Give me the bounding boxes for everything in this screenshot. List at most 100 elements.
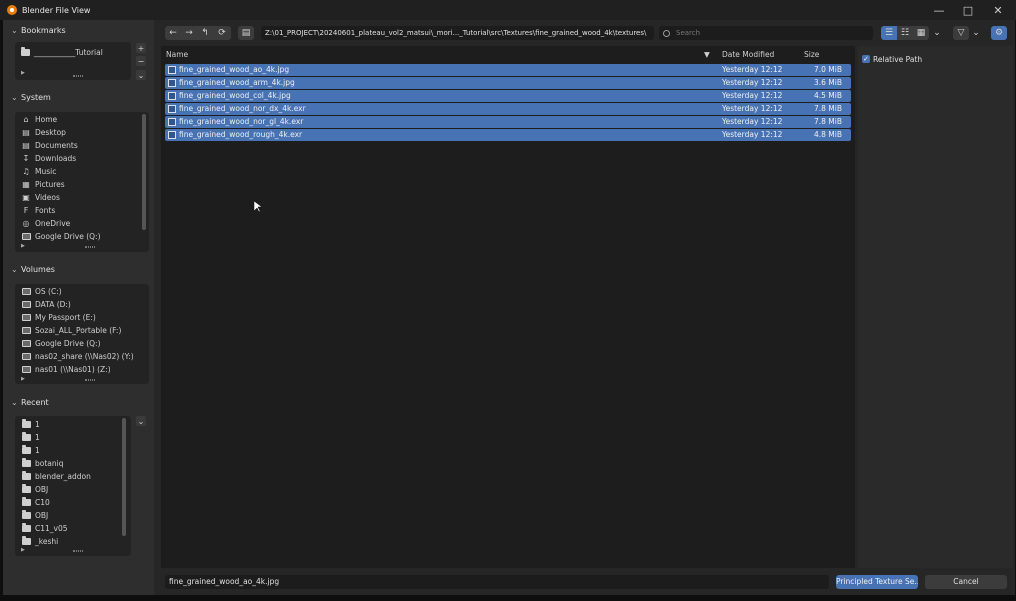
filter-button[interactable]: ▽ [953, 26, 969, 40]
file-row[interactable]: fine_grained_wood_col_4k.jpg Yesterday 1… [165, 90, 851, 102]
volume-item[interactable]: DATA (D:) [21, 298, 71, 311]
drive-icon [21, 300, 31, 309]
file-row[interactable]: fine_grained_wood_nor_gl_4k.exr Yesterda… [165, 116, 851, 128]
recent-item[interactable]: botaniq [21, 457, 63, 470]
thumbnail-grid-icon: ▦ [916, 28, 926, 38]
column-header-size[interactable]: Size [804, 46, 819, 62]
recent-header[interactable]: ⌄ Recent [11, 395, 49, 409]
file-name: fine_grained_wood_arm_4k.jpg [179, 78, 295, 87]
system-item-google-drive[interactable]: Google Drive (Q:) [21, 230, 101, 243]
file-row[interactable]: fine_grained_wood_arm_4k.jpg Yesterday 1… [165, 77, 851, 89]
filename-input[interactable]: fine_grained_wood_ao_4k.jpg [165, 575, 829, 589]
expand-triangle-icon[interactable]: ▶ [21, 376, 25, 382]
volume-item[interactable]: Sozai_ALL_Portable (F:) [21, 324, 121, 337]
expand-triangle-icon[interactable]: ▶ [21, 547, 25, 553]
file-list: Name ▼ Date Modified Size fine_grained_w… [161, 46, 855, 568]
mouse-cursor-icon [254, 201, 262, 213]
filter-dropdown[interactable]: ⌄ [970, 26, 982, 40]
back-button[interactable]: ← [165, 26, 181, 40]
recent-item[interactable]: 1 [21, 418, 40, 431]
recent-item[interactable]: 1 [21, 444, 40, 457]
resize-grip[interactable] [73, 75, 83, 77]
image-file-icon [168, 92, 176, 100]
recent-item[interactable]: 1 [21, 431, 40, 444]
system-item-music[interactable]: ♫ Music [21, 165, 56, 178]
volumes-header[interactable]: ⌄ Volumes [11, 262, 55, 276]
system-item-videos[interactable]: ▣ Videos [21, 191, 60, 204]
network-drive-icon [21, 365, 31, 374]
relative-path-label: Relative Path [873, 55, 923, 64]
confirm-button[interactable]: Principled Texture Se... [836, 575, 918, 589]
search-input[interactable]: Search [659, 26, 873, 40]
volume-item[interactable]: Google Drive (Q:) [21, 337, 101, 350]
vertical-list-view-button[interactable]: ☰ [881, 26, 897, 40]
file-row[interactable]: fine_grained_wood_nor_dx_4k.exr Yesterda… [165, 103, 851, 115]
system-item-downloads[interactable]: ↧ Downloads [21, 152, 77, 165]
new-folder-button[interactable]: ▤ [238, 26, 254, 40]
parent-directory-icon: ↰ [201, 28, 209, 38]
recent-list: 1 1 1 botaniq blender_addon OBJ C10 OBJ … [15, 416, 131, 556]
display-settings-dropdown[interactable]: ⌄ [931, 26, 943, 40]
recent-item[interactable]: blender_addon [21, 470, 91, 483]
sort-indicator-icon[interactable]: ▼ [704, 46, 710, 62]
recent-item[interactable]: _keshi [21, 535, 58, 548]
recent-item[interactable]: C11_v05 [21, 522, 68, 535]
pictures-icon: ▦ [22, 180, 30, 189]
bookmark-menu-button[interactable]: ⌄ [136, 70, 146, 80]
system-item-fonts[interactable]: F Fonts [21, 204, 56, 217]
folder-icon [21, 419, 31, 429]
file-row[interactable]: fine_grained_wood_ao_4k.jpg Yesterday 12… [165, 64, 851, 76]
resize-grip[interactable] [73, 550, 83, 552]
options-panel: ✓ Relative Path [858, 46, 1013, 568]
system-item-desktop[interactable]: ▤ Desktop [21, 126, 66, 139]
file-date: Yesterday 12:12 [722, 104, 783, 113]
close-button[interactable]: ✕ [983, 0, 1013, 20]
file-row[interactable]: fine_grained_wood_rough_4k.exr Yesterday… [165, 129, 851, 141]
folder-icon [21, 471, 31, 481]
system-item-pictures[interactable]: ▦ Pictures [21, 178, 64, 191]
recent-item[interactable]: OBJ [21, 483, 48, 496]
chevron-down-icon: ⌄ [972, 28, 980, 38]
image-file-icon [168, 105, 176, 113]
system-item-onedrive[interactable]: ◎ OneDrive [21, 217, 71, 230]
recent-menu-button[interactable]: ⌄ [136, 416, 146, 426]
recent-scrollbar[interactable] [122, 418, 126, 536]
minimize-button[interactable]: — [924, 0, 954, 20]
expand-triangle-icon[interactable]: ▶ [21, 70, 25, 76]
folder-icon [21, 432, 31, 442]
system-item-documents[interactable]: ▤ Documents [21, 139, 78, 152]
horizontal-list-view-button[interactable]: ☷ [897, 26, 913, 40]
refresh-button[interactable]: ⟳ [213, 26, 231, 40]
forward-button[interactable]: → [181, 26, 197, 40]
column-header-name[interactable]: Name [166, 46, 188, 62]
volume-item[interactable]: My Passport (E:) [21, 311, 96, 324]
font-icon: F [23, 206, 29, 215]
cancel-button[interactable]: Cancel [925, 575, 1007, 589]
system-header[interactable]: ⌄ System [11, 90, 51, 104]
drive-icon [21, 287, 31, 296]
bookmarks-header[interactable]: ⌄ Bookmarks [11, 23, 66, 37]
system-item-home[interactable]: ⌂ Home [21, 113, 57, 126]
column-header-date[interactable]: Date Modified [722, 46, 774, 62]
system-scrollbar[interactable] [142, 114, 146, 230]
volume-item[interactable]: OS (C:) [21, 285, 62, 298]
thumbnail-view-button[interactable]: ▦ [913, 26, 929, 40]
file-size: 3.6 MiB [814, 78, 843, 87]
parent-directory-button[interactable]: ↰ [197, 26, 213, 40]
file-name: fine_grained_wood_col_4k.jpg [179, 91, 291, 100]
expand-triangle-icon[interactable]: ▶ [21, 243, 25, 249]
settings-toggle-button[interactable]: ⚙ [991, 26, 1007, 40]
add-bookmark-button[interactable]: + [136, 43, 146, 53]
resize-grip[interactable] [85, 379, 95, 381]
bookmark-item[interactable]: ___________Tutorial [20, 46, 103, 59]
drive-icon [21, 339, 31, 348]
directory-path-field[interactable]: Z:\01_PROJECT\20240601_plateau_vol2_mats… [261, 26, 654, 40]
remove-bookmark-button[interactable]: − [136, 56, 146, 66]
volume-item[interactable]: nas02_share (\\Nas02) (Y:) [21, 350, 134, 363]
resize-grip[interactable] [85, 246, 95, 248]
maximize-button[interactable]: □ [953, 0, 983, 20]
recent-item[interactable]: OBJ [21, 509, 48, 522]
volume-item[interactable]: nas01 (\\Nas01) (Z:) [21, 363, 111, 376]
relative-path-checkbox[interactable]: ✓ [862, 55, 870, 63]
recent-item[interactable]: C10 [21, 496, 50, 509]
